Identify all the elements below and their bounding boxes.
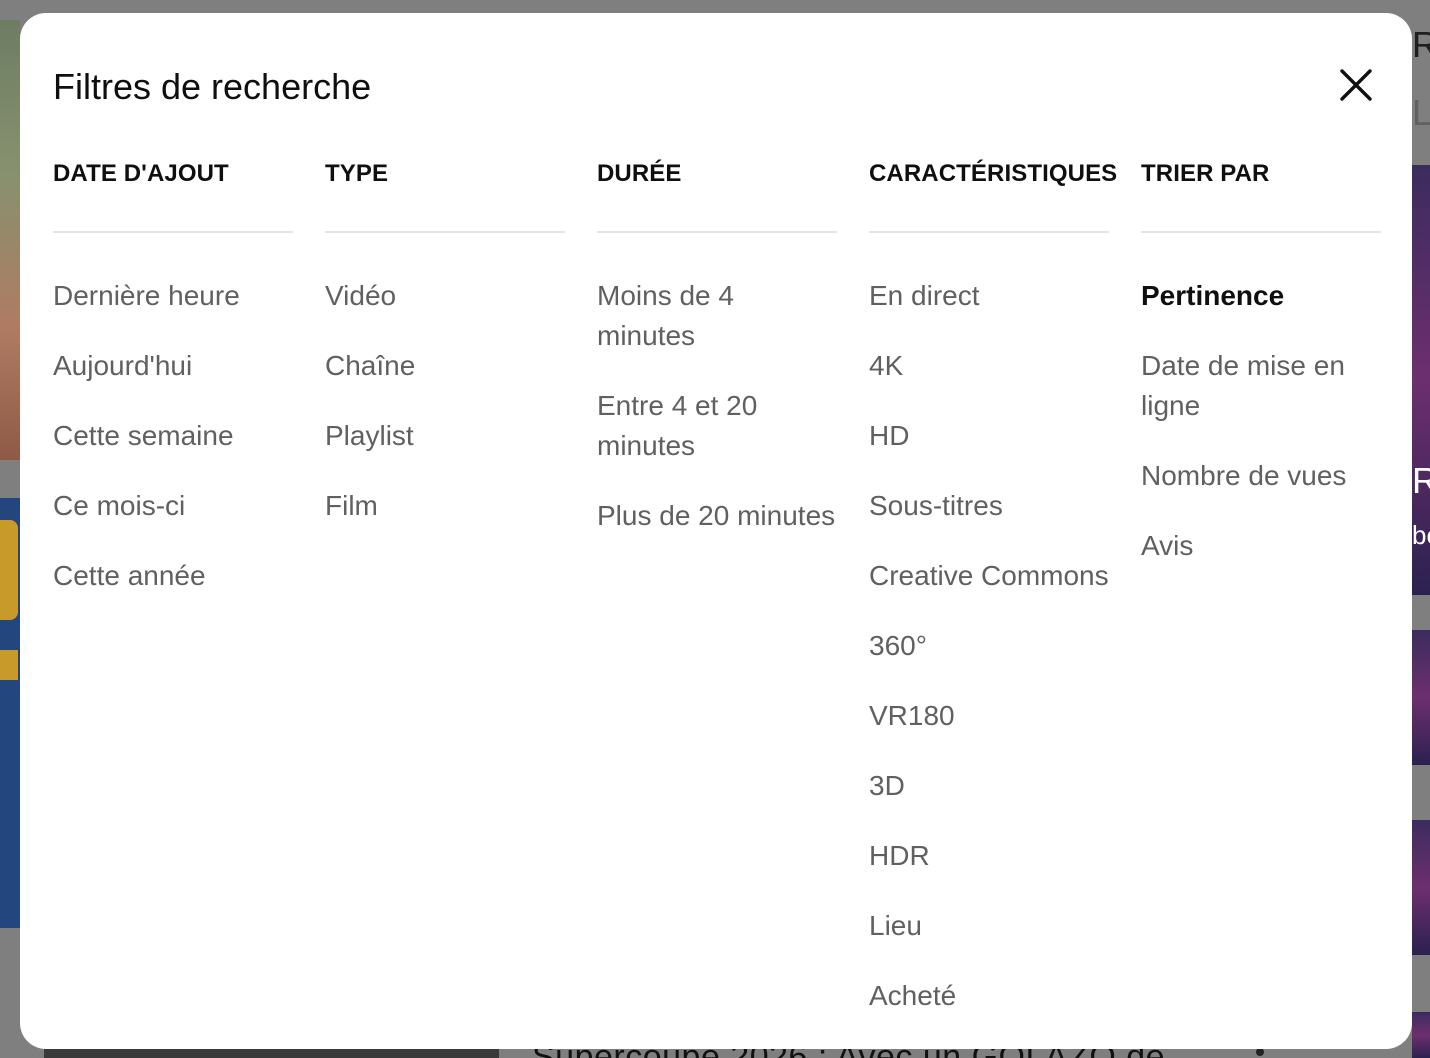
more-menu-icon <box>1256 1048 1264 1056</box>
background-text: be <box>1412 520 1430 550</box>
background-text: R <box>1412 24 1430 65</box>
search-filters-dialog: Filtres de recherche DATE D'AJOUT Derniè… <box>20 13 1412 1049</box>
background-thumbnail <box>1412 820 1430 955</box>
filter-option[interactable]: Moins de 4 minutes <box>597 271 837 381</box>
filter-option[interactable]: 3D <box>869 761 1109 831</box>
filter-option[interactable]: Entre 4 et 20 minutes <box>597 381 837 491</box>
background-text: R <box>1412 460 1430 501</box>
close-icon <box>1340 69 1372 101</box>
filter-group-duration: DURÉE Moins de 4 minutes Entre 4 et 20 mi… <box>597 153 837 1041</box>
filter-option[interactable]: Aujourd'hui <box>53 341 293 411</box>
dialog-title: Filtres de recherche <box>53 66 372 107</box>
filter-group-header: CARACTÉRISTIQUES <box>869 153 1117 233</box>
filter-option[interactable]: Avis <box>1141 521 1381 591</box>
filter-option[interactable]: Cette année <box>53 551 293 621</box>
background-thumbnail <box>1412 630 1430 765</box>
background-thumbnail <box>1412 1012 1430 1058</box>
filter-group-header: TRIER PAR <box>1141 153 1381 233</box>
background-text: L <box>1412 92 1430 133</box>
filter-option[interactable]: En direct <box>869 271 1109 341</box>
close-button[interactable] <box>1328 57 1384 113</box>
filter-option[interactable]: HDR <box>869 831 1109 901</box>
filter-group-type: TYPE Vidéo Chaîne Playlist Film <box>325 153 565 1041</box>
filter-option[interactable]: Dernière heure <box>53 271 293 341</box>
filter-option[interactable]: Date de mise en ligne <box>1141 341 1381 451</box>
background-thumbnail-logo <box>0 650 18 680</box>
filter-option[interactable]: Cette semaine <box>53 411 293 481</box>
filter-option[interactable]: Ce mois-ci <box>53 481 293 551</box>
filter-option[interactable]: Plus de 20 minutes <box>597 491 837 561</box>
filter-option[interactable]: Chaîne <box>325 341 565 411</box>
filter-group-header: DATE D'AJOUT <box>53 153 293 233</box>
filter-group-header: TYPE <box>325 153 565 233</box>
filter-group-features: CARACTÉRISTIQUES En direct 4K HD Sous-titre… <box>869 153 1117 1041</box>
background-thumbnail <box>0 20 20 460</box>
filter-option[interactable]: Vidéo <box>325 271 565 341</box>
filter-option[interactable]: Lieu <box>869 901 1109 971</box>
filter-group-sort-by: TRIER PAR Pertinence Date de mise en lign… <box>1141 153 1381 1041</box>
filter-option[interactable]: Playlist <box>325 411 565 481</box>
filter-option[interactable]: Sous-titres <box>869 481 1109 551</box>
filter-group-upload-date: DATE D'AJOUT Dernière heure Aujourd'hui Ce… <box>53 153 293 1041</box>
filter-option[interactable]: Nombre de vues <box>1141 451 1381 521</box>
filter-option[interactable]: HD <box>869 411 1109 481</box>
background-thumbnail-logo <box>0 520 18 620</box>
filter-group-header: DURÉE <box>597 153 837 233</box>
filter-option[interactable]: Film <box>325 481 565 551</box>
filter-option[interactable]: Pertinence <box>1141 271 1381 341</box>
filter-columns: DATE D'AJOUT Dernière heure Aujourd'hui Ce… <box>53 153 1381 1041</box>
filter-option[interactable]: Creative Commons <box>869 551 1109 621</box>
filter-option[interactable]: 4K <box>869 341 1109 411</box>
filter-option[interactable]: 360° <box>869 621 1109 691</box>
filter-option[interactable]: Acheté <box>869 971 1109 1041</box>
filter-option[interactable]: VR180 <box>869 691 1109 761</box>
